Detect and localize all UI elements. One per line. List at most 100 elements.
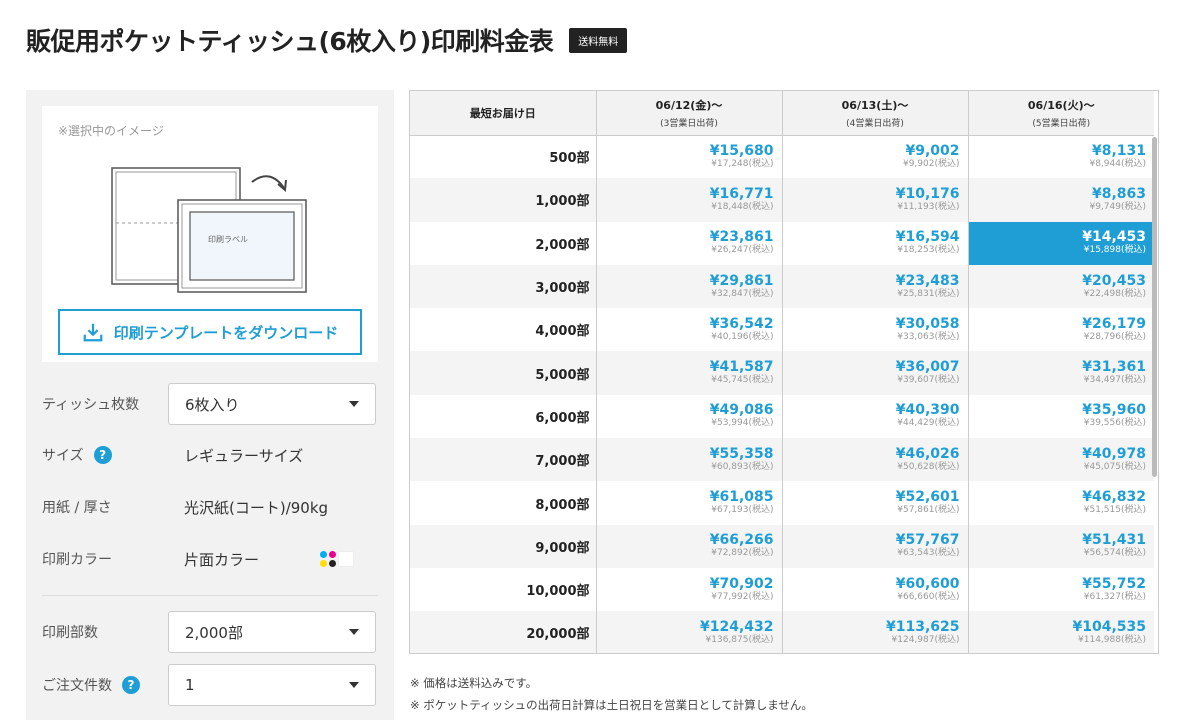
price-cell[interactable]: ¥60,600 ¥66,660(税込): [782, 567, 969, 612]
price-value: ¥70,902: [709, 575, 774, 592]
price-value: ¥61,085: [709, 489, 774, 506]
price-value: ¥60,600: [895, 575, 960, 592]
magenta-dot: [329, 551, 336, 558]
price-value: ¥66,266: [709, 532, 774, 549]
quantity-select[interactable]: 2,000部: [168, 611, 376, 653]
price-tax-included: ¥63,543(税込): [897, 548, 960, 559]
size-value: レギュラーサイズ: [184, 446, 304, 465]
price-cell[interactable]: ¥14,453 ¥15,898(税込): [968, 221, 1154, 265]
table-row: 10,000部 ¥70,902 ¥77,992(税込) ¥60,600 ¥66,660(…: [410, 567, 1154, 612]
title-row: 販促用ポケットティッシュ(6枚入り)印刷料金表 送料無料: [26, 22, 628, 58]
table-row: 20,000部 ¥124,432 ¥136,875(税込) ¥113,625 ¥124,…: [410, 611, 1154, 653]
price-cell[interactable]: ¥66,266 ¥72,892(税込): [596, 524, 783, 568]
price-cell[interactable]: ¥41,587 ¥45,745(税込): [596, 351, 783, 395]
price-cell[interactable]: ¥52,601 ¥57,861(税込): [782, 481, 969, 525]
price-cell[interactable]: ¥8,863 ¥9,749(税込): [968, 178, 1154, 222]
column-note: (5営業日出荷): [1032, 118, 1091, 129]
price-cell[interactable]: ¥31,361 ¥34,497(税込): [968, 351, 1154, 395]
option-label: 用紙 / 厚さ: [42, 500, 112, 516]
help-icon[interactable]: ?: [93, 446, 112, 464]
column-header: 06/12(金)〜 (3営業日出荷): [596, 91, 783, 136]
price-tax-included: ¥66,660(税込): [897, 591, 960, 602]
price-cell[interactable]: ¥29,861 ¥32,847(税込): [596, 264, 783, 309]
price-cell[interactable]: ¥35,960 ¥39,556(税込): [968, 394, 1154, 439]
price-tax-included: ¥51,515(税込): [1083, 505, 1146, 516]
note-shipping: ※ 価格は送料込みです。: [410, 676, 538, 690]
order-count-label: ご注文件数: [42, 678, 112, 694]
price-tax-included: ¥60,893(税込): [711, 461, 774, 472]
price-cell[interactable]: ¥61,085 ¥67,193(税込): [596, 481, 783, 525]
price-cell[interactable]: ¥40,978 ¥45,075(税込): [968, 438, 1154, 482]
price-cell[interactable]: ¥124,432 ¥136,875(税込): [596, 611, 783, 653]
option-label: 印刷カラー: [42, 552, 112, 568]
table-scrollbar[interactable]: [1152, 137, 1157, 477]
print-label-text: 印刷ラベル: [208, 235, 248, 244]
price-tax-included: ¥34,497(税込): [1083, 375, 1146, 386]
price-cell[interactable]: ¥55,752 ¥61,327(税込): [968, 567, 1154, 612]
price-cell[interactable]: ¥20,453 ¥22,498(税込): [968, 264, 1154, 309]
price-cell[interactable]: ¥49,086 ¥53,994(税込): [596, 394, 783, 439]
price-cell[interactable]: ¥16,771 ¥18,448(税込): [596, 178, 783, 222]
price-cell[interactable]: ¥40,390 ¥44,429(税込): [782, 394, 969, 439]
table-row: 3,000部 ¥29,861 ¥32,847(税込) ¥23,483 ¥25,831(税…: [410, 264, 1154, 309]
black-dot: [329, 560, 336, 567]
price-cell[interactable]: ¥9,002 ¥9,902(税込): [782, 135, 969, 179]
price-cell[interactable]: ¥70,902 ¥77,992(税込): [596, 567, 783, 612]
price-value: ¥31,361: [1082, 359, 1146, 376]
price-value: ¥16,771: [709, 185, 774, 202]
price-cell[interactable]: ¥55,358 ¥60,893(税込): [596, 438, 783, 482]
price-tax-included: ¥11,193(税込): [897, 201, 960, 212]
quantity-cell: 8,000部: [410, 481, 597, 525]
paper-swatch: [338, 551, 354, 567]
select-value: 1: [185, 676, 195, 694]
column-date: 06/12(金)〜: [655, 98, 723, 112]
price-tax-included: ¥40,196(税込): [711, 331, 774, 342]
preview-caption: ※選択中のイメージ: [58, 124, 164, 138]
notes: ※ 価格は送料込みです。 ※ ポケットティッシュの出荷日計算は土日祝日を営業日と…: [410, 672, 813, 716]
price-tax-included: ¥61,327(税込): [1083, 591, 1146, 602]
quantity-cell: 6,000部: [410, 394, 597, 439]
download-label: 印刷テンプレートをダウンロード: [113, 323, 339, 342]
chevron-down-icon: [349, 401, 359, 407]
price-cell[interactable]: ¥51,431 ¥56,574(税込): [968, 524, 1154, 568]
price-cell[interactable]: ¥46,832 ¥51,515(税込): [968, 481, 1154, 525]
price-tax-included: ¥8,944(税込): [1089, 158, 1146, 169]
column-date: 06/16(火)〜: [1027, 98, 1095, 112]
option-quantity: 印刷部数 2,000部: [42, 611, 378, 653]
price-cell[interactable]: ¥8,131 ¥8,944(税込): [968, 135, 1154, 179]
price-tax-included: ¥9,902(税込): [902, 158, 960, 169]
price-cell[interactable]: ¥16,594 ¥18,253(税込): [782, 221, 969, 265]
price-cell[interactable]: ¥15,680 ¥17,248(税込): [596, 135, 783, 179]
price-value: ¥40,978: [1082, 445, 1146, 462]
help-icon[interactable]: ?: [122, 676, 140, 694]
price-cell[interactable]: ¥36,007 ¥39,607(税込): [782, 351, 969, 395]
price-value: ¥29,861: [709, 272, 774, 289]
price-cell[interactable]: ¥26,179 ¥28,796(税込): [968, 308, 1154, 352]
price-tax-included: ¥124,987(税込): [891, 634, 960, 645]
price-value: ¥8,863: [1091, 185, 1146, 202]
price-cell[interactable]: ¥10,176 ¥11,193(税込): [782, 178, 969, 222]
price-value: ¥15,680: [709, 142, 774, 159]
price-cell[interactable]: ¥104,535 ¥114,988(税込): [968, 611, 1154, 653]
price-value: ¥41,587: [709, 359, 774, 376]
price-cell[interactable]: ¥30,058 ¥33,063(税込): [782, 308, 969, 352]
price-cell[interactable]: ¥23,483 ¥25,831(税込): [782, 264, 969, 309]
order-count-select[interactable]: 1: [168, 664, 376, 706]
price-tax-included: ¥136,875(税込): [705, 634, 774, 645]
price-cell[interactable]: ¥46,026 ¥50,628(税込): [782, 438, 969, 482]
price-value: ¥20,453: [1082, 272, 1146, 289]
price-value: ¥8,131: [1091, 142, 1146, 159]
option-color: 印刷カラー 片面カラー: [42, 538, 378, 580]
price-tax-included: ¥26,247(税込): [711, 245, 774, 256]
price-cell[interactable]: ¥23,861 ¥26,247(税込): [596, 221, 783, 265]
price-cell[interactable]: ¥36,542 ¥40,196(税込): [596, 308, 783, 352]
quantity-cell: 9,000部: [410, 524, 597, 568]
price-cell[interactable]: ¥113,625 ¥124,987(税込): [782, 611, 969, 653]
option-size: サイズ ? レギュラーサイズ: [42, 434, 378, 476]
download-template-button[interactable]: 印刷テンプレートをダウンロード: [58, 309, 362, 355]
price-tax-included: ¥57,861(税込): [897, 505, 960, 516]
price-tax-included: ¥33,063(税込): [897, 331, 960, 342]
tissue-count-select[interactable]: 6枚入り: [168, 383, 376, 425]
price-cell[interactable]: ¥57,767 ¥63,543(税込): [782, 524, 969, 568]
option-label: ご注文件数 ?: [42, 675, 168, 695]
